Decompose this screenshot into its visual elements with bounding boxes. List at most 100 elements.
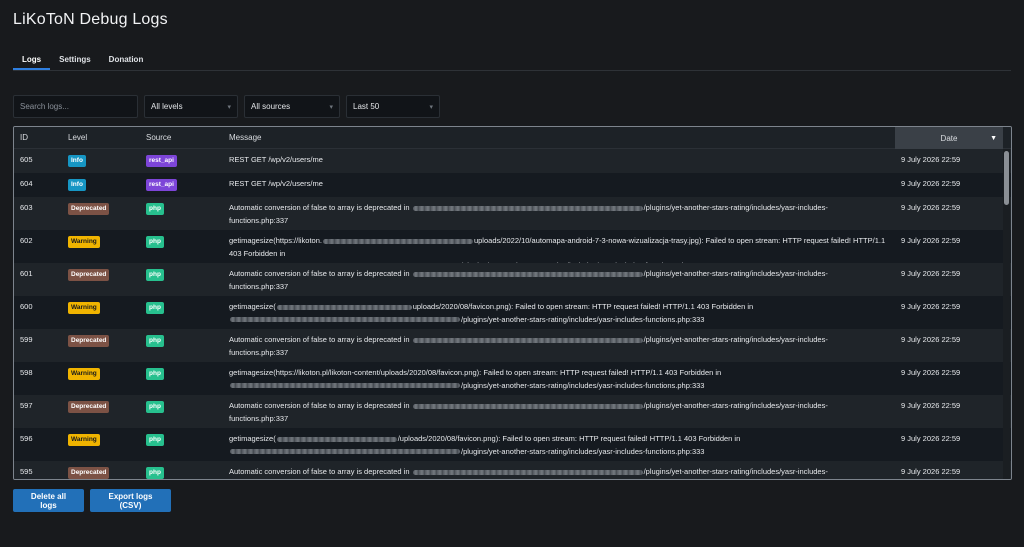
log-level-cell: Warning: [68, 302, 100, 314]
log-date: 9 July 2026 22:59: [901, 236, 961, 245]
table-header: ID Level Source Message Date ▼: [14, 127, 1011, 149]
redacted-path: [412, 337, 643, 343]
limit-select[interactable]: Last 50 ▾: [346, 95, 440, 118]
log-message-part: /plugins/yet-another-stars-rating/includ…: [461, 380, 705, 390]
source-select[interactable]: All sources ▾: [244, 95, 340, 118]
log-id: 601: [20, 269, 33, 278]
source-badge: php: [146, 236, 164, 248]
delete-all-logs-button[interactable]: Delete all logs: [13, 489, 84, 512]
log-message-part: Automatic conversion of false to array i…: [229, 335, 412, 344]
log-level-cell: Deprecated: [68, 401, 110, 413]
log-message: getimagesize(https://likoton.pl/likoton-…: [229, 367, 889, 392]
source-select-value: All sources: [251, 102, 291, 111]
tab-bar: Logs Settings Donation: [13, 52, 1011, 71]
chevron-down-icon: ▾: [227, 103, 231, 111]
redacted-path: [322, 238, 473, 244]
level-badge: Deprecated: [68, 467, 110, 479]
header-message[interactable]: Message: [229, 133, 889, 142]
log-source-cell: php: [146, 401, 164, 413]
log-message-part: /plugins/yet-another-stars-rating/includ…: [643, 203, 828, 212]
log-message-part: /plugins/yet-another-stars-rating/includ…: [643, 335, 828, 344]
log-message-part: Automatic conversion of false to array i…: [229, 401, 412, 410]
log-message: Automatic conversion of false to array i…: [229, 202, 889, 227]
log-level-cell: Info: [68, 155, 86, 167]
header-date-label: Date: [940, 133, 958, 143]
header-id[interactable]: ID: [20, 133, 28, 142]
source-badge: php: [146, 401, 164, 413]
search-input[interactable]: Search logs...: [13, 95, 138, 118]
tab-settings[interactable]: Settings: [50, 52, 100, 70]
source-badge: php: [146, 203, 164, 215]
level-badge: Warning: [68, 368, 100, 380]
log-source-cell: php: [146, 467, 164, 479]
table-row: 598 Warning php getimagesize(https://likoto…: [14, 362, 1011, 395]
export-csv-button[interactable]: Export logs (CSV): [90, 489, 171, 512]
log-id: 605: [20, 155, 33, 164]
log-source-cell: rest_api: [146, 155, 177, 167]
source-badge: rest_api: [146, 155, 177, 167]
log-source-cell: php: [146, 302, 164, 314]
source-badge: php: [146, 269, 164, 281]
tab-donation[interactable]: Donation: [100, 52, 153, 70]
log-message-part: getimagesize(: [229, 434, 276, 443]
log-message-part: REST GET /wp/v2/users/me: [229, 179, 323, 188]
log-date: 9 July 2026 22:59: [901, 335, 961, 344]
log-message-part: uploads/2020/08/favicon.png): Failed to …: [412, 302, 754, 311]
log-source-cell: php: [146, 434, 164, 446]
log-message-part: Automatic conversion of false to array i…: [229, 467, 412, 476]
log-message-part: functions.php:337: [229, 281, 289, 291]
table-row: 603 Deprecated php Automatic conversion of …: [14, 197, 1011, 230]
log-message-part: /plugins/yet-another-stars-rating/includ…: [461, 314, 705, 324]
log-source-cell: php: [146, 236, 164, 248]
log-level-cell: Warning: [68, 434, 100, 446]
level-badge: Deprecated: [68, 203, 110, 215]
log-level-cell: Warning: [68, 368, 100, 380]
table-row: 595 Deprecated php Automatic conversion of …: [14, 461, 1011, 481]
log-id: 598: [20, 368, 33, 377]
chevron-down-icon: ▾: [329, 103, 333, 111]
redacted-path: [412, 271, 643, 277]
source-badge: php: [146, 368, 164, 380]
log-message-part: getimagesize(: [229, 302, 276, 311]
log-date: 9 July 2026 22:59: [901, 269, 961, 278]
log-id: 603: [20, 203, 33, 212]
log-date: 9 July 2026 22:59: [901, 368, 961, 377]
header-date[interactable]: Date ▼: [895, 127, 1003, 149]
log-message: Automatic conversion of false to array i…: [229, 334, 889, 359]
log-date: 9 July 2026 22:59: [901, 467, 961, 476]
redacted-path: [276, 436, 397, 442]
table-row: 596 Warning php getimagesize(/uploads/2020/…: [14, 428, 1011, 461]
level-badge: Warning: [68, 434, 100, 446]
level-badge: Deprecated: [68, 335, 110, 347]
table-row: 599 Deprecated php Automatic conversion of …: [14, 329, 1011, 362]
log-id: 604: [20, 179, 33, 188]
level-badge: Warning: [68, 236, 100, 248]
log-source-cell: php: [146, 203, 164, 215]
log-message-part: functions.php:337: [229, 480, 288, 481]
header-source[interactable]: Source: [146, 133, 171, 142]
level-badge: Warning: [68, 302, 100, 314]
log-message-part: /plugins/yet-another-stars-rating/includ…: [643, 401, 828, 410]
source-badge: php: [146, 434, 164, 446]
log-message-part: functions.php:337: [229, 347, 289, 357]
log-message: REST GET /wp/v2/users/me: [229, 178, 889, 191]
filter-bar: Search logs... All levels ▾ All sources …: [13, 95, 440, 118]
source-badge: php: [146, 467, 164, 479]
log-message-part: /plugins/yet-another-stars-rating/includ…: [643, 467, 828, 476]
tab-logs[interactable]: Logs: [13, 52, 51, 70]
scrollbar[interactable]: [1003, 149, 1010, 479]
header-level[interactable]: Level: [68, 133, 87, 142]
level-badge: Deprecated: [68, 269, 110, 281]
log-message: getimagesize( uploads/2020/08/favicon.png…: [229, 301, 889, 326]
log-date: 9 July 2026 22:59: [901, 302, 961, 311]
source-badge: php: [146, 302, 164, 314]
scrollbar-thumb[interactable]: [1004, 151, 1009, 205]
redacted-path: [276, 304, 412, 310]
table-body: 605 Info rest_api REST GET /wp/v2/users/me 9…: [14, 149, 1011, 481]
log-id: 602: [20, 236, 33, 245]
log-id: 595: [20, 467, 33, 476]
log-level-cell: Deprecated: [68, 335, 110, 347]
level-select[interactable]: All levels ▾: [144, 95, 238, 118]
log-message-part: /plugins/yet-another-stars-rating/includ…: [461, 446, 705, 456]
log-date: 9 July 2026 22:59: [901, 401, 961, 410]
